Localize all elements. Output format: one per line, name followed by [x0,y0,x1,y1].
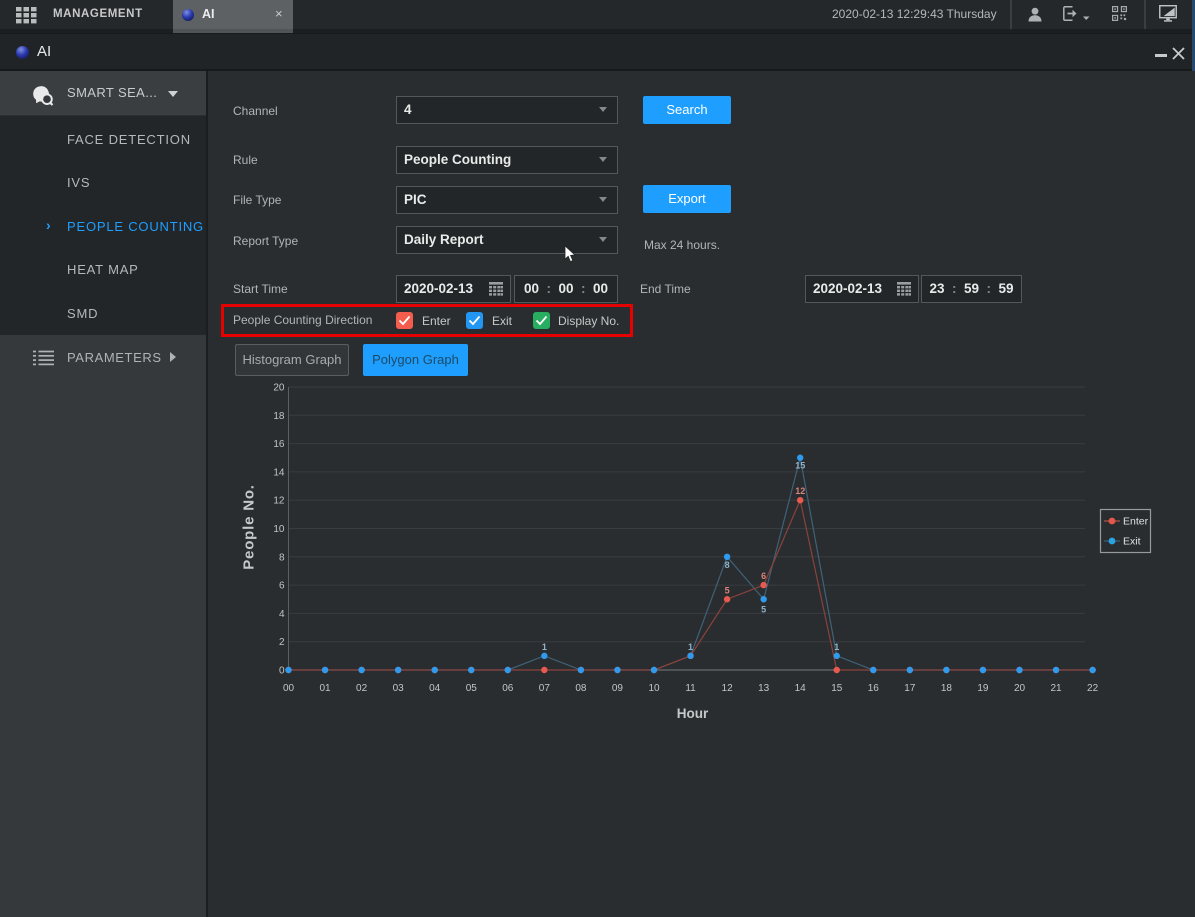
svg-text:20: 20 [1014,683,1026,694]
svg-text:08: 08 [575,683,587,694]
svg-text:0: 0 [279,666,285,677]
svg-text:8: 8 [279,552,285,563]
svg-text:18: 18 [273,411,285,422]
svg-text:01: 01 [319,683,331,694]
svg-text:15: 15 [831,683,843,694]
svg-text:19: 19 [977,683,989,694]
svg-text:21: 21 [1050,683,1062,694]
svg-text:8: 8 [725,560,730,570]
svg-text:17: 17 [904,683,916,694]
svg-text:07: 07 [539,683,551,694]
svg-text:4: 4 [279,609,285,620]
svg-text:18: 18 [941,683,953,694]
svg-text:14: 14 [273,467,285,478]
svg-text:10: 10 [648,683,660,694]
svg-text:Exit: Exit [1123,536,1141,548]
svg-text:09: 09 [612,683,624,694]
svg-text:People No.: People No. [241,484,258,570]
svg-text:12: 12 [795,486,805,496]
svg-text:20: 20 [273,383,285,394]
svg-text:Hour: Hour [677,706,709,721]
svg-text:13: 13 [758,683,770,694]
svg-text:1: 1 [834,642,839,652]
svg-text:6: 6 [761,571,766,581]
svg-text:11: 11 [685,683,696,694]
svg-text:6: 6 [279,581,285,592]
svg-text:00: 00 [283,683,295,694]
svg-text:5: 5 [725,585,730,595]
svg-text:05: 05 [466,683,478,694]
svg-text:10: 10 [273,524,285,535]
svg-text:06: 06 [502,683,514,694]
svg-text:22: 22 [1087,683,1099,694]
svg-text:12: 12 [273,496,285,507]
svg-text:16: 16 [273,439,285,450]
svg-text:16: 16 [868,683,880,694]
svg-text:12: 12 [722,683,734,694]
svg-text:5: 5 [761,604,766,614]
svg-text:1: 1 [542,642,547,652]
svg-text:2: 2 [279,637,285,648]
svg-text:15: 15 [795,460,805,470]
svg-text:1: 1 [688,642,693,652]
svg-text:03: 03 [393,683,405,694]
svg-text:14: 14 [795,683,807,694]
svg-text:02: 02 [356,683,368,694]
svg-text:Enter: Enter [1123,516,1149,528]
svg-text:04: 04 [429,683,441,694]
